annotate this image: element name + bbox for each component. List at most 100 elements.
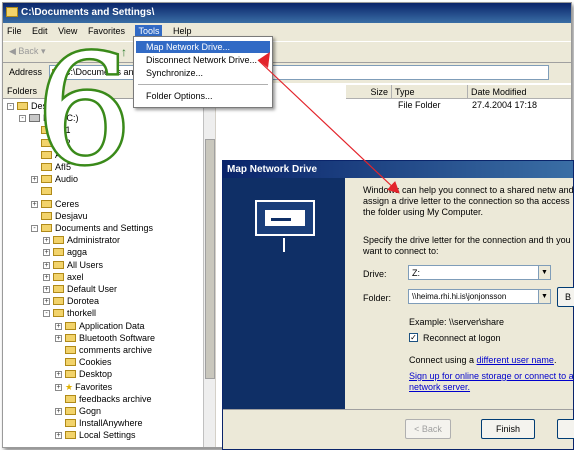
expand-icon[interactable]: + [55,371,62,379]
column-date[interactable]: Date Modified [468,85,571,99]
drive-label: Drive: [363,269,387,279]
scroll-thumb[interactable] [205,139,215,379]
expand-icon[interactable]: + [43,273,50,281]
tree-item[interactable]: comments archive [55,345,152,356]
chevron-down-icon[interactable]: ▼ [538,290,550,303]
finish-button[interactable]: Finish [481,419,535,439]
cancel-button[interactable] [557,419,574,439]
folder-icon [53,297,64,306]
tree-item[interactable]: + Application Data [55,321,145,332]
expand-icon[interactable]: + [43,261,50,269]
browse-button[interactable]: B [557,287,574,307]
expand-icon[interactable]: + [43,286,50,293]
column-type[interactable]: Type [392,85,468,99]
tree-item[interactable]: + Ceres [31,199,79,210]
tree-item-label: Desjavu [55,210,88,221]
tree-item-label: Cookies [79,357,112,368]
menu-item-map-network-drive[interactable]: Map Network Drive... [136,41,270,53]
reconnect-label: Reconnect at logon [423,333,501,343]
menu-item-disconnect-network-drive[interactable]: Disconnect Network Drive... [136,54,270,66]
reconnect-checkbox[interactable]: ✓ [409,333,418,342]
tree-item[interactable]: Cookies [55,357,112,368]
tree-item[interactable]: InstallAnywhere [55,418,143,429]
folder-combo[interactable]: \\heima.rhi.hi.is\jonjonsson ▼ [408,289,551,304]
expand-icon[interactable]: + [55,334,62,342]
folder-icon [41,224,52,232]
tree-item[interactable]: + Desktop [55,369,112,380]
menu-help[interactable]: Help [173,26,192,36]
tree-item[interactable]: + Dorotea [43,296,99,307]
folder-icon [17,102,28,110]
folder-icon [53,272,64,281]
tree-item[interactable]: - thorkell [43,308,96,319]
tree-item-label: axel [67,271,84,282]
tools-menu: Map Network Drive... Disconnect Network … [133,36,273,108]
tree-item[interactable]: + Local Settings [55,430,136,441]
tree-item[interactable]: + ★ Favorites [55,382,112,393]
tree-item-label: All Users [67,259,104,270]
tree-item[interactable]: Desjavu [31,211,88,222]
collapse-icon[interactable]: - [31,225,38,232]
menu-item-folder-options[interactable]: Folder Options... [136,90,270,102]
tree-item-label: Default User [67,284,118,294]
tree-item[interactable]: - Documents and Settings [31,223,153,234]
tree-item[interactable]: + Default User [43,284,117,295]
tree-item-label: Favorites [75,381,113,392]
tree-item-label: feedbacks archive [79,393,152,404]
connect-suffix: . [553,355,557,365]
folder-icon [41,199,52,208]
tree-item[interactable]: + Gogn [55,406,101,417]
example-text: Example: \\server\share [409,317,505,327]
tree-item[interactable]: + agga [43,247,87,258]
tree-item[interactable]: + Administrator [43,235,120,246]
tree-item[interactable]: feedbacks archive [55,394,152,405]
tree-item-label: Dorotea [67,296,100,307]
folder-label: Folder: [363,293,392,303]
tree-scrollbar[interactable] [203,99,215,447]
expand-icon[interactable]: + [43,298,50,306]
menu-separator [138,84,268,85]
expand-icon[interactable]: + [55,408,62,415]
step-number: 6 [36,44,131,184]
folder-icon [53,260,64,269]
menu-view[interactable]: View [58,26,77,36]
folder-icon [65,370,76,379]
collapse-icon[interactable]: - [43,310,50,318]
tree-item[interactable]: + All Users [43,260,103,271]
tree-item-label: Bluetooth Software [79,332,156,343]
connect-prefix: Connect using a [409,355,477,365]
menu-edit[interactable]: Edit [32,26,48,36]
folder-icon [53,248,64,257]
collapse-icon[interactable]: - [19,115,26,123]
chevron-down-icon[interactable]: ▼ [538,266,550,279]
tree-item[interactable]: + axel [43,272,84,283]
folder-icon [53,285,64,293]
dialog-intro: Windows can help you connect to a shared… [363,185,574,217]
folder-value: \\heima.rhi.hi.is\jonjonsson [412,292,507,301]
different-user-link[interactable]: different user name [477,355,554,365]
folder-icon [53,236,64,245]
drive-combo[interactable]: Z: ▼ [408,265,551,280]
collapse-icon[interactable]: - [7,103,14,110]
expand-icon[interactable]: + [43,249,50,257]
tree-item[interactable] [31,186,55,197]
tree-item-label: comments archive [79,345,153,355]
expand-icon[interactable]: + [55,322,62,330]
expand-icon[interactable]: + [55,432,62,440]
expand-icon[interactable]: + [31,200,38,208]
dialog-specify: Specify the drive letter for the connect… [363,235,571,256]
column-size[interactable]: Size [346,85,392,99]
menu-favorites[interactable]: Favorites [88,26,125,36]
signup-link[interactable]: Sign up for online storage or connect to… [409,371,574,393]
connect-line: Connect using a different user name. [409,355,574,366]
folder-icon [65,419,76,428]
dialog-separator [223,409,573,410]
back-button[interactable]: < Back [405,419,451,439]
tree-item[interactable]: + Bluetooth Software [55,333,155,344]
expand-icon[interactable]: + [55,383,62,391]
tree-item-label: Documents and Settings [55,223,154,233]
menu-item-synchronize[interactable]: Synchronize... [136,67,270,79]
menu-file[interactable]: File [7,26,22,36]
tree-item-label: Application Data [79,320,145,331]
expand-icon[interactable]: + [43,237,50,245]
